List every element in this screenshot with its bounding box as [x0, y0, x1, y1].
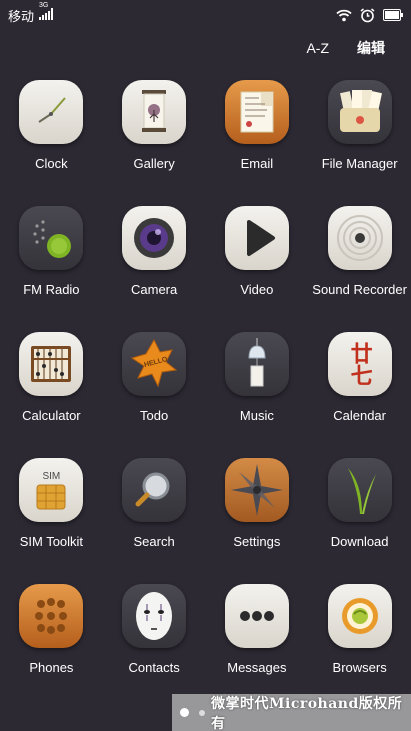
app-label: FM Radio: [23, 282, 80, 297]
page-dot[interactable]: [199, 709, 205, 716]
bottom-bar: 微掌时代Microhand版权所有: [172, 694, 411, 731]
edit-button[interactable]: 编辑: [357, 38, 385, 58]
app-music[interactable]: Music: [206, 332, 309, 458]
sim-toolkit-icon: SIM: [19, 458, 84, 522]
app-label: Phones: [29, 660, 74, 675]
app-calendar[interactable]: 廿七 Calendar: [308, 332, 411, 458]
download-icon: [327, 458, 392, 522]
music-icon: [224, 332, 289, 396]
calendar-date-text: 廿七: [346, 342, 373, 386]
app-label: Sound Recorder: [312, 282, 407, 297]
app-label: Calculator: [22, 408, 81, 423]
app-grid: Clock Gallery Email File Manager FM Radi…: [0, 80, 411, 710]
settings-icon: [224, 458, 289, 522]
top-actions: A-Z 编辑: [306, 36, 411, 60]
app-todo[interactable]: HELLO Todo: [103, 332, 206, 458]
browser-icon: [327, 584, 392, 648]
clock-icon: [19, 80, 84, 144]
camera-icon: [122, 206, 187, 270]
file-manager-icon: [327, 80, 392, 144]
app-label: Todo: [140, 408, 169, 423]
app-contacts[interactable]: Contacts: [103, 584, 206, 710]
sim-text: SIM: [42, 470, 61, 482]
app-settings[interactable]: Settings: [206, 458, 309, 584]
app-search[interactable]: Search: [103, 458, 206, 584]
alarm-icon: [360, 7, 375, 22]
page-dot-active[interactable]: [180, 708, 189, 717]
app-phones[interactable]: Phones: [0, 584, 103, 710]
app-download[interactable]: Download: [308, 458, 411, 584]
sort-az-button[interactable]: A-Z: [306, 40, 329, 56]
app-label: Browsers: [332, 660, 387, 675]
sound-recorder-icon: [327, 206, 392, 270]
fm-radio-icon: [19, 206, 84, 270]
battery-icon: [383, 9, 403, 21]
wifi-icon: [336, 9, 352, 21]
app-sim-toolkit[interactable]: SIM SIM Toolkit: [0, 458, 103, 584]
carrier-label: 移动: [8, 8, 35, 24]
status-left: 移动 3G: [8, 2, 54, 25]
sim-chip-icon: [36, 484, 66, 509]
todo-icon: HELLO: [122, 332, 187, 396]
signal-icon: 3G: [39, 2, 54, 23]
gallery-icon: [122, 80, 187, 144]
app-label: Email: [240, 156, 274, 171]
app-clock[interactable]: Clock: [0, 80, 103, 206]
app-browsers[interactable]: Browsers: [308, 584, 411, 710]
app-label: Video: [240, 282, 274, 297]
phone-icon: [19, 584, 84, 648]
app-label: File Manager: [321, 156, 398, 171]
email-icon: [224, 80, 289, 144]
messages-icon: [224, 584, 289, 648]
app-label: Search: [133, 534, 175, 549]
app-sound-recorder[interactable]: Sound Recorder: [308, 206, 411, 332]
app-label: Messages: [227, 660, 287, 675]
watermark: 微掌时代Microhand版权所有: [211, 695, 403, 731]
status-right: [336, 7, 403, 23]
status-bar: 移动 3G: [0, 0, 411, 30]
app-video[interactable]: Video: [206, 206, 309, 332]
calculator-icon: [19, 332, 84, 396]
app-gallery[interactable]: Gallery: [103, 80, 206, 206]
app-camera[interactable]: Camera: [103, 206, 206, 332]
search-icon: [122, 458, 187, 522]
app-messages[interactable]: Messages: [206, 584, 309, 710]
app-email[interactable]: Email: [206, 80, 309, 206]
video-icon: [224, 206, 289, 270]
contacts-icon: [122, 584, 187, 648]
app-label: Calendar: [333, 408, 386, 423]
app-label: Contacts: [128, 660, 180, 675]
app-calculator[interactable]: Calculator: [0, 332, 103, 458]
network-badge: 3G: [39, 1, 49, 9]
app-label: SIM Toolkit: [19, 534, 84, 549]
app-label: Gallery: [133, 156, 175, 171]
calendar-icon: 廿七: [327, 332, 392, 396]
app-label: Clock: [35, 156, 68, 171]
app-label: Camera: [131, 282, 178, 297]
app-label: Music: [239, 408, 274, 423]
app-label: Settings: [233, 534, 281, 549]
page-indicator[interactable]: [180, 708, 205, 717]
app-fm-radio[interactable]: FM Radio: [0, 206, 103, 332]
app-label: Download: [330, 534, 389, 549]
app-file-manager[interactable]: File Manager: [308, 80, 411, 206]
